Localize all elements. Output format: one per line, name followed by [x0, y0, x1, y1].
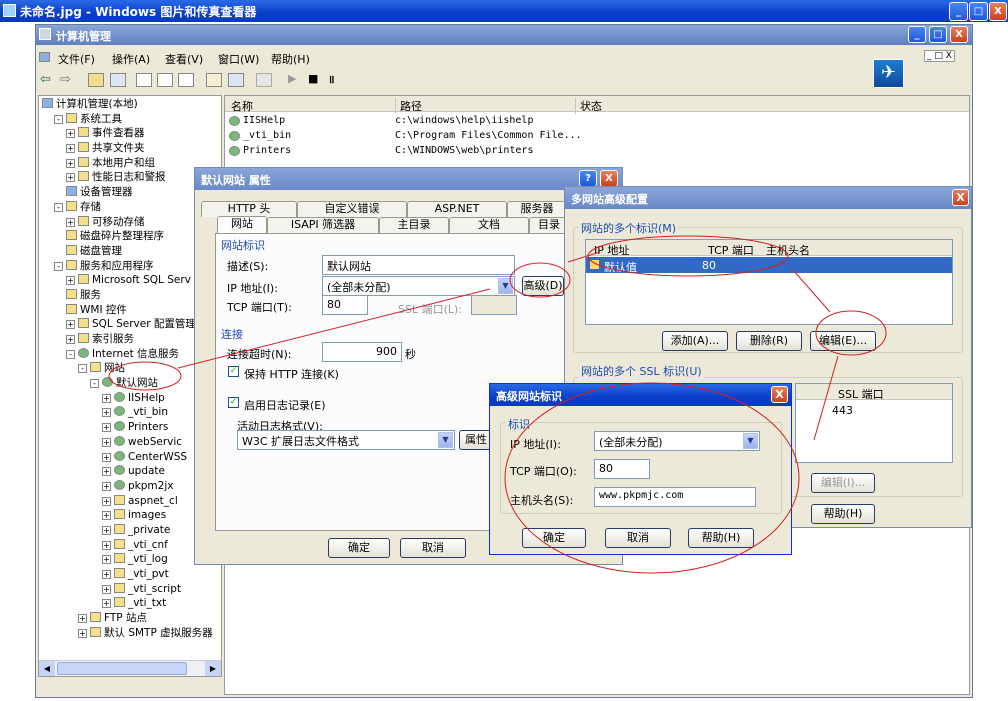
annotation-circle-website	[108, 361, 182, 391]
annotation-arrow-4	[813, 355, 839, 441]
annotation-circle-advanced	[509, 262, 571, 298]
annotation-circle-edit	[815, 310, 887, 356]
annotation-overlay	[108, 235, 887, 574]
annotation-arrow-2	[567, 251, 601, 263]
annotation-arrow-1	[177, 288, 491, 369]
annotation-arrow-3	[792, 269, 831, 313]
annotation-circle-advid	[504, 382, 800, 574]
annotation-circle-identity	[587, 235, 789, 277]
